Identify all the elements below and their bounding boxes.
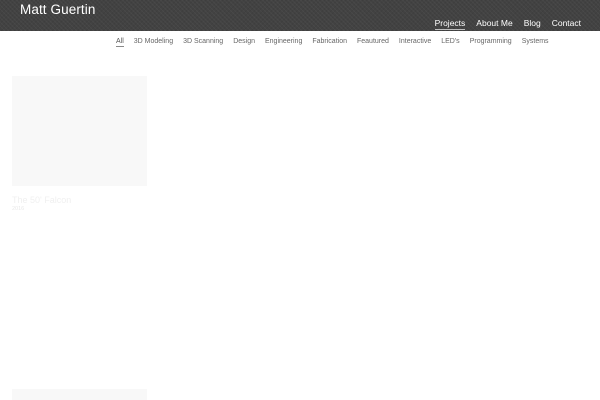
- main-nav: Projects About Me Blog Contact: [424, 18, 581, 30]
- project-filter-bar: All 3D Modeling 3D Scanning Design Engin…: [0, 38, 600, 52]
- filter-programming[interactable]: Programming: [470, 38, 512, 47]
- project-thumbnail-next[interactable]: [12, 389, 147, 400]
- project-thumbnail[interactable]: [12, 76, 147, 186]
- filter-featured[interactable]: Feautured: [357, 38, 389, 47]
- filter-design[interactable]: Design: [233, 38, 255, 47]
- filter-leds[interactable]: LED's: [441, 38, 459, 47]
- project-year: 2016: [12, 206, 25, 212]
- nav-item-blog[interactable]: Blog: [524, 18, 541, 30]
- project-card[interactable]: The 50' Falcon 2016: [12, 76, 147, 212]
- nav-item-about-me[interactable]: About Me: [476, 18, 512, 30]
- filter-engineering[interactable]: Engineering: [265, 38, 302, 47]
- site-header: Matt Guertin Projects About Me Blog Cont…: [0, 0, 600, 31]
- filter-systems[interactable]: Systems: [522, 38, 549, 47]
- site-title[interactable]: Matt Guertin: [20, 2, 95, 17]
- filter-fabrication[interactable]: Fabrication: [312, 38, 347, 47]
- filter-3d-scanning[interactable]: 3D Scanning: [183, 38, 223, 47]
- filter-all[interactable]: All: [116, 38, 124, 47]
- nav-item-contact[interactable]: Contact: [552, 18, 581, 30]
- nav-item-projects[interactable]: Projects: [434, 18, 466, 30]
- filter-interactive[interactable]: Interactive: [399, 38, 431, 47]
- project-title[interactable]: The 50' Falcon: [12, 195, 147, 205]
- filter-3d-modeling[interactable]: 3D Modeling: [134, 38, 173, 47]
- filter-list: All 3D Modeling 3D Scanning Design Engin…: [116, 38, 559, 47]
